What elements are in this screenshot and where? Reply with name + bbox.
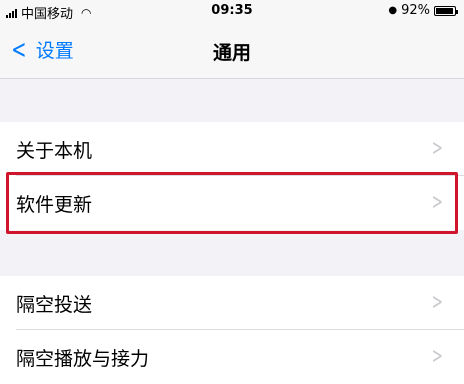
list-item-label: 关于本机 [16, 139, 93, 162]
chevron-right-icon: > [431, 290, 443, 315]
list-item-label: 隔空投送 [16, 293, 93, 316]
list-item-about[interactable]: 关于本机 > [0, 122, 464, 176]
orientation-lock-icon: ● [388, 5, 398, 16]
list-item-airplay-handoff[interactable]: 隔空播放与接力 > [0, 330, 464, 384]
chevron-right-icon: > [431, 136, 443, 161]
status-right: ● 92% [388, 3, 458, 18]
highlight-box [6, 172, 458, 234]
list-item-label: 隔空播放与接力 [16, 347, 150, 370]
battery-icon [434, 5, 458, 16]
list-item-airdrop[interactable]: 隔空投送 > [0, 276, 464, 330]
settings-group-2: 隔空投送 > 隔空播放与接力 > [0, 276, 464, 384]
status-bar: 中国移动 ◠ 09:35 ● 92% [0, 0, 464, 22]
chevron-right-icon: > [431, 344, 443, 369]
page-title: 通用 [212, 42, 251, 64]
battery-percent: 92% [401, 3, 430, 18]
navigation-bar: < 设置 通用 [0, 22, 464, 79]
battery-fill [436, 7, 453, 14]
